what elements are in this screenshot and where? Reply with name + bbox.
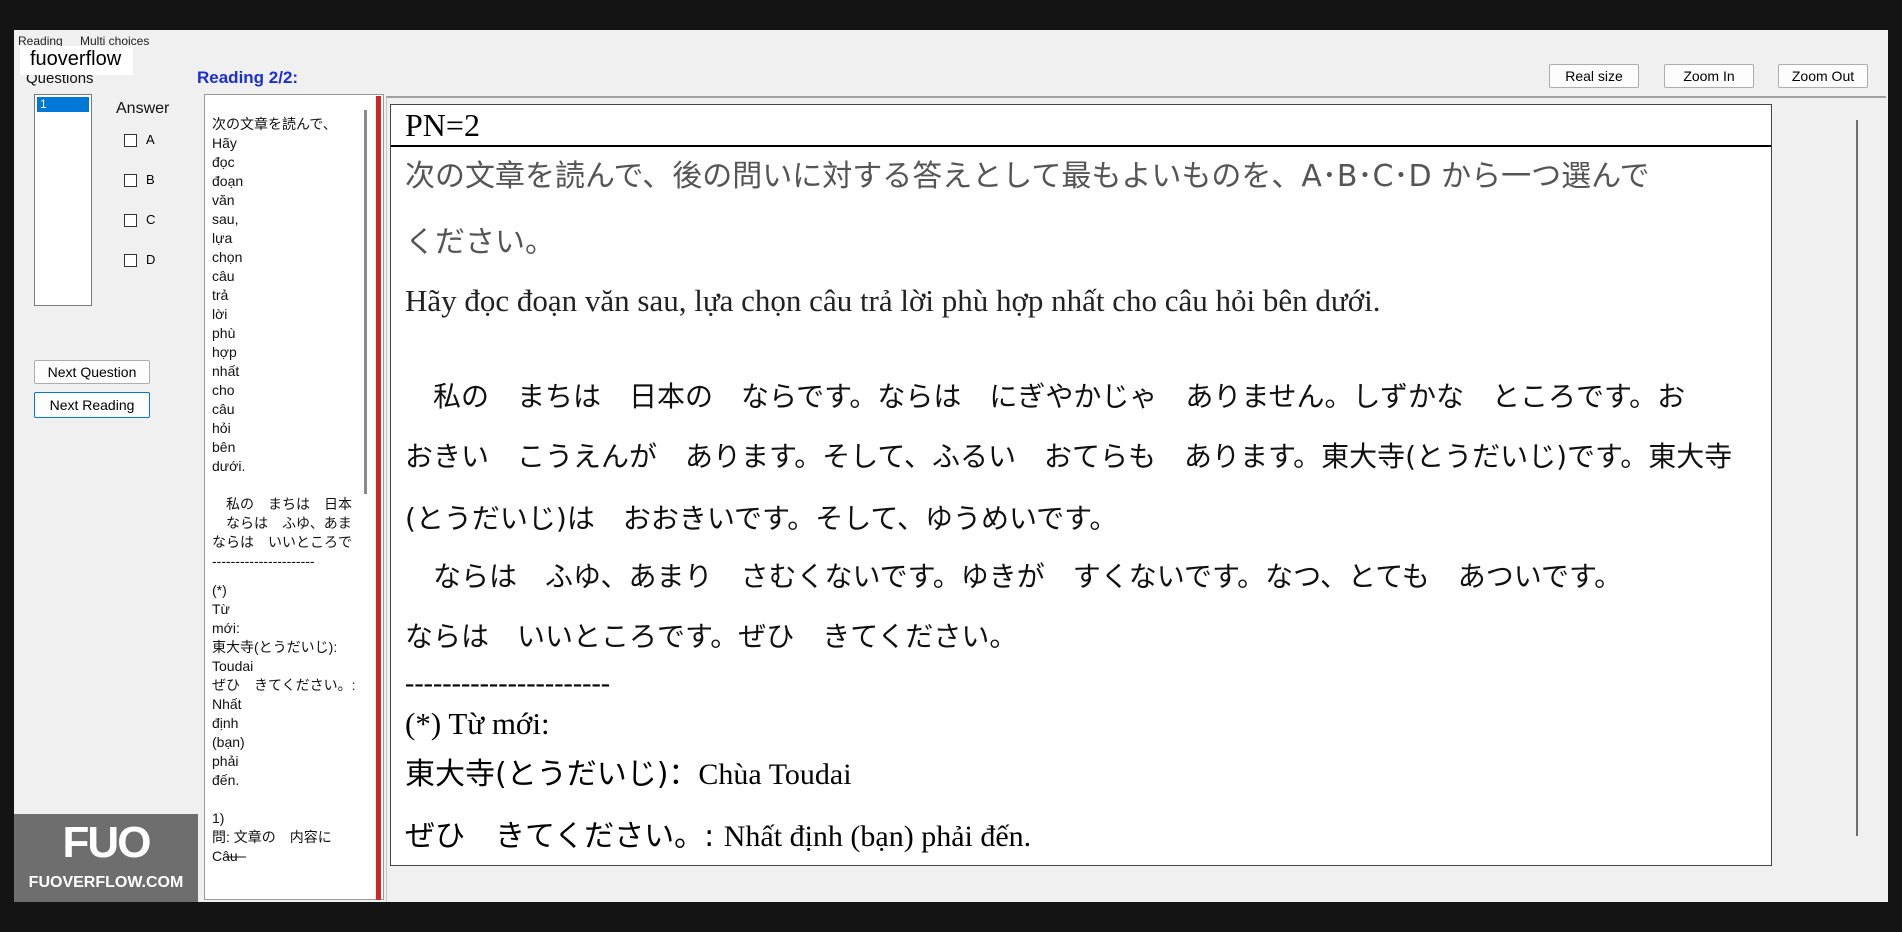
doc-instruction-vi: Hãy đọc đoạn văn sau, lựa chọn câu trả l… xyxy=(405,283,1381,318)
left-text-word: đoạn xyxy=(212,173,244,189)
left-text-word: hỏi xyxy=(212,420,231,436)
reading-title: Reading 2/2: xyxy=(197,68,299,87)
image-viewer-scrollbar[interactable] xyxy=(1856,120,1858,836)
left-text-word: văn xyxy=(212,192,235,208)
answer-c-label: C xyxy=(146,212,156,227)
answer-label: Answer xyxy=(116,100,170,117)
doc-instruction-jp-cont: ください。 xyxy=(405,225,555,260)
left-text-word: bên xyxy=(212,439,236,455)
doc-passage-line-2: おきい こうえんが あります。そして、ふるい おてらも あります。東大寺(とうだ… xyxy=(405,440,1733,473)
answer-a-label: A xyxy=(146,132,155,147)
left-text-vocab: Nhất xyxy=(212,696,242,712)
doc-instruction-jp: 次の文章を読んで、後の問いに対する答えとして最もよいものを、A･B･C･D から… xyxy=(405,159,1650,194)
left-text-passage-line: ならは ふゆ、あま xyxy=(212,515,352,531)
left-text-word: lời xyxy=(212,306,228,322)
doc-divider: ---------------------- xyxy=(405,668,611,699)
doc-vocab-2-vi: Nhất định (bạn) phải đến. xyxy=(723,820,1032,853)
left-text-word: hợp xyxy=(212,344,237,360)
left-text-word: lựa xyxy=(212,230,233,246)
questions-list[interactable]: 1 xyxy=(34,94,92,306)
doc-passage-line-3: (とうだいじ)は おおきいです。そして、ゆうめいです。 xyxy=(405,502,1118,535)
left-text-word: nhất xyxy=(212,363,240,379)
doc-passage-line-5: ならは いいところです。ぜひ きてください。 xyxy=(405,620,1018,653)
left-text-word: cho xyxy=(212,382,235,398)
watermark-logo: FUO FUOVERFLOW.COM xyxy=(14,814,198,902)
zoom-in-button[interactable]: Zoom In xyxy=(1664,64,1754,88)
left-text-divider: ---------------------- xyxy=(212,553,315,569)
left-text-vocab: (*) xyxy=(212,582,227,598)
left-text-question: Câu xyxy=(212,848,238,863)
doc-passage-line-4: ならは ふゆ、あまり さむくないです。ゆきが すくないです。なつ、とても あつい… xyxy=(405,560,1623,593)
doc-vocab-title: (*) Từ mới: xyxy=(405,706,550,741)
left-text-vocab: phải xyxy=(212,753,239,769)
doc-vocab-2: ぜひ きてください。: Nhất định (bạn) phải đến. xyxy=(405,817,1031,857)
left-text-word: phù xyxy=(212,325,236,341)
reading-text-scrollbar[interactable] xyxy=(364,110,367,494)
left-text-word: câu xyxy=(212,401,235,417)
doc-header: PN=2 xyxy=(405,107,480,143)
left-text-vocab: Từ xyxy=(212,601,230,617)
answer-d-checkbox[interactable] xyxy=(124,254,137,267)
left-text-word: sau, xyxy=(212,211,239,227)
real-size-button[interactable]: Real size xyxy=(1549,64,1639,88)
answer-c-checkbox[interactable] xyxy=(124,214,137,227)
doc-vocab-1-vi: Chùa Toudai xyxy=(698,758,852,791)
next-reading-button[interactable]: Next Reading xyxy=(34,392,150,418)
left-text-question: 1) xyxy=(212,810,225,826)
left-text-word: dưới. xyxy=(212,458,246,474)
reading-document: PN=2 次の文章を読んで、後の問いに対する答えとして最もよいものを、A･B･C… xyxy=(390,104,1772,866)
left-text-passage-line: ならは いいところで xyxy=(212,534,352,550)
left-text-word: đọc xyxy=(212,154,235,170)
answer-a-checkbox[interactable] xyxy=(124,134,137,147)
next-question-button[interactable]: Next Question xyxy=(34,360,150,384)
doc-vocab-2-jp: ぜひ きてください。: xyxy=(405,819,724,854)
doc-vocab-1: 東大寺(とうだいじ)：Chùa Toudai xyxy=(405,755,852,795)
left-text-word: trả xyxy=(212,287,229,303)
left-text-question: 問: 文章の 内容に xyxy=(212,829,332,845)
watermark-site: FUOVERFLOW.COM xyxy=(28,874,184,891)
doc-vocab-1-jp: 東大寺(とうだいじ)： xyxy=(405,757,699,792)
left-text-vocab: (bạn) xyxy=(212,734,245,750)
answer-b-label: B xyxy=(146,172,155,187)
question-item-1[interactable]: 1 xyxy=(37,97,89,112)
answer-d-label: D xyxy=(146,252,156,267)
left-text-vocab: đến. xyxy=(212,772,240,788)
left-text-vocab: 東大寺(とうだいじ): xyxy=(212,639,338,655)
splitter-bar[interactable] xyxy=(376,96,381,900)
fuo-logo-icon: FUO xyxy=(62,818,152,867)
doc-passage-line-1: 私の まちは 日本の ならです。ならは にぎやかじゃ ありません。しずかな とこ… xyxy=(405,380,1686,413)
zoom-out-button[interactable]: Zoom Out xyxy=(1778,64,1868,88)
left-text-passage-line: 私の まちは 日本 xyxy=(212,496,352,512)
doc-header-divider xyxy=(391,145,1771,147)
left-text-word: 次の文章を読んで、 xyxy=(212,116,337,132)
left-text-vocab: định xyxy=(212,715,239,731)
left-text-word: câu xyxy=(212,268,235,284)
left-text-vocab: Toudai xyxy=(212,658,254,674)
left-text-vocab: ぜひ きてください。: xyxy=(212,677,356,693)
left-text-vocab: mới: xyxy=(212,620,240,636)
left-text-word: Hãy xyxy=(212,135,237,151)
left-text-word: chọn xyxy=(212,249,243,265)
watermark-top: fuoverflow xyxy=(20,46,134,75)
reading-text-content: 次の文章を読んで、 Hãy đọc đoạn văn sau, lựa chọn câu trả l… xyxy=(212,115,356,863)
answer-b-checkbox[interactable] xyxy=(124,174,137,187)
